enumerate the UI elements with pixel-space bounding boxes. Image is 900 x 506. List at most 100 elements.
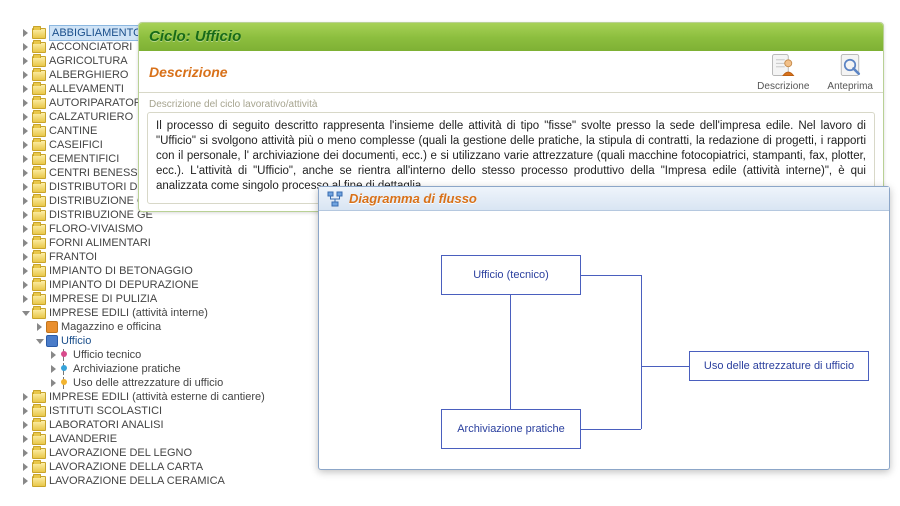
tree-item-label: LAVORAZIONE DELLA CARTA	[49, 460, 203, 474]
expand-icon[interactable]	[22, 477, 30, 485]
expand-icon[interactable]	[22, 253, 30, 261]
expand-icon[interactable]	[22, 407, 30, 415]
tree-item-label: LABORATORI ANALISI	[49, 418, 164, 432]
tree-item[interactable]: FRANTOI	[22, 250, 272, 264]
activity-icon	[60, 349, 70, 361]
expand-icon[interactable]	[22, 169, 30, 177]
tree-item-label: DISTRIBUTORI DI B	[49, 180, 151, 194]
expand-icon[interactable]	[22, 43, 30, 51]
diagram-title-bar[interactable]: Diagramma di flusso	[319, 187, 889, 211]
expand-icon[interactable]	[22, 449, 30, 457]
person-document-icon	[769, 51, 797, 79]
folder-icon	[32, 294, 46, 305]
expand-icon[interactable]	[22, 197, 30, 205]
expand-icon[interactable]	[22, 281, 30, 289]
tree-item[interactable]: Ufficio	[36, 334, 272, 348]
tree-item[interactable]: ISTITUTI SCOLASTICI	[22, 404, 272, 418]
tree-item[interactable]: FLORO-VIVAISMO	[22, 222, 272, 236]
anteprima-button[interactable]: Anteprima	[827, 51, 873, 92]
expand-icon[interactable]	[22, 127, 30, 135]
panel-actions: Descrizione Anteprima	[757, 51, 873, 92]
process-icon	[46, 335, 58, 347]
tree-item[interactable]: LAVORAZIONE DELLA CERAMICA	[22, 474, 272, 488]
folder-icon	[32, 28, 46, 39]
expand-icon[interactable]	[50, 379, 58, 387]
tree-item-label: CEMENTIFICI	[49, 152, 119, 166]
tree-item[interactable]: Archiviazione pratiche	[50, 362, 272, 376]
folder-icon	[32, 434, 46, 445]
expand-icon[interactable]	[22, 225, 30, 233]
fieldset-label: Descrizione del ciclo lavorativo/attivit…	[139, 93, 883, 112]
tree-item-label: ISTITUTI SCOLASTICI	[49, 404, 162, 418]
tree-item-label: ABBIGLIAMENTO	[49, 25, 145, 41]
expand-icon[interactable]	[22, 141, 30, 149]
expand-icon[interactable]	[22, 239, 30, 247]
folder-icon	[32, 56, 46, 67]
folder-icon	[32, 98, 46, 109]
expand-icon[interactable]	[22, 421, 30, 429]
preview-icon	[836, 51, 864, 79]
tree-item-label: IMPRESE DI PULIZIA	[49, 292, 157, 306]
tree-item-label: CALZATURIERO	[49, 110, 133, 124]
expand-icon[interactable]	[22, 113, 30, 121]
tree-item[interactable]: IMPIANTO DI DEPURAZIONE	[22, 278, 272, 292]
expand-icon[interactable]	[22, 57, 30, 65]
diagram-title-text: Diagramma di flusso	[349, 191, 477, 206]
expand-icon[interactable]	[22, 295, 30, 303]
tree-item[interactable]: IMPRESE EDILI (attività esterne di canti…	[22, 390, 272, 404]
tree-item-label: LAVANDERIE	[49, 432, 117, 446]
expand-icon[interactable]	[22, 85, 30, 93]
tree-item-label: IMPRESE EDILI (attività esterne di canti…	[49, 390, 265, 404]
expand-icon[interactable]	[22, 463, 30, 471]
tree-item[interactable]: IMPRESE EDILI (attività interne)	[22, 306, 272, 320]
expand-icon[interactable]	[22, 71, 30, 79]
connector-line	[641, 366, 642, 429]
tree-item-label: ALBERGHIERO	[49, 68, 128, 82]
tree-item[interactable]: LAVORAZIONE DEL LEGNO	[22, 446, 272, 460]
tree-item-label: Ufficio	[61, 334, 91, 348]
tree-item-label: DISTRIBUZIONE GE	[49, 208, 153, 222]
tree-item[interactable]: FORNI ALIMENTARI	[22, 236, 272, 250]
tree-item[interactable]: LABORATORI ANALISI	[22, 418, 272, 432]
expand-icon[interactable]	[22, 99, 30, 107]
connector-line	[581, 275, 641, 276]
panel-title: Ciclo: Ufficio	[139, 23, 883, 51]
tree-item-label: AUTORIPARATORI	[49, 96, 145, 110]
tree-item[interactable]: LAVANDERIE	[22, 432, 272, 446]
panel-sub-header: Descrizione Descrizione	[139, 51, 883, 93]
folder-icon	[32, 308, 46, 319]
expand-icon[interactable]	[50, 351, 58, 359]
folder-icon	[32, 266, 46, 277]
collapse-icon[interactable]	[22, 309, 30, 317]
expand-icon[interactable]	[22, 29, 30, 37]
descrizione-button[interactable]: Descrizione	[757, 51, 809, 92]
tree-item[interactable]: Uso delle attrezzature di ufficio	[50, 376, 272, 390]
flow-box-archiviazione[interactable]: Archiviazione pratiche	[441, 409, 581, 449]
folder-icon	[32, 224, 46, 235]
flow-box-attrezzature[interactable]: Uso delle attrezzature di ufficio	[689, 351, 869, 381]
tree-item[interactable]: Ufficio tecnico	[50, 348, 272, 362]
tree-item-label: LAVORAZIONE DEL LEGNO	[49, 446, 192, 460]
tree-item-label: AGRICOLTURA	[49, 54, 128, 68]
expand-icon[interactable]	[22, 183, 30, 191]
flowchart-icon	[327, 191, 343, 207]
tree-item[interactable]: IMPIANTO DI BETONAGGIO	[22, 264, 272, 278]
collapse-icon[interactable]	[36, 337, 44, 345]
expand-icon[interactable]	[22, 435, 30, 443]
tree-item[interactable]: LAVORAZIONE DELLA CARTA	[22, 460, 272, 474]
expand-icon[interactable]	[50, 365, 58, 373]
tree-item-label: IMPIANTO DI DEPURAZIONE	[49, 278, 199, 292]
expand-icon[interactable]	[22, 267, 30, 275]
tree-item[interactable]: IMPRESE DI PULIZIA	[22, 292, 272, 306]
folder-icon	[32, 420, 46, 431]
expand-icon[interactable]	[22, 393, 30, 401]
folder-icon	[32, 70, 46, 81]
tree-item[interactable]: Magazzino e officina	[36, 320, 272, 334]
expand-icon[interactable]	[22, 155, 30, 163]
connector-line	[581, 429, 641, 430]
folder-icon	[32, 210, 46, 221]
expand-icon[interactable]	[22, 211, 30, 219]
expand-icon[interactable]	[36, 323, 44, 331]
flow-diagram-window: Diagramma di flusso Ufficio (tecnico) Ar…	[318, 186, 890, 470]
flow-box-ufficio-tecnico[interactable]: Ufficio (tecnico)	[441, 255, 581, 295]
